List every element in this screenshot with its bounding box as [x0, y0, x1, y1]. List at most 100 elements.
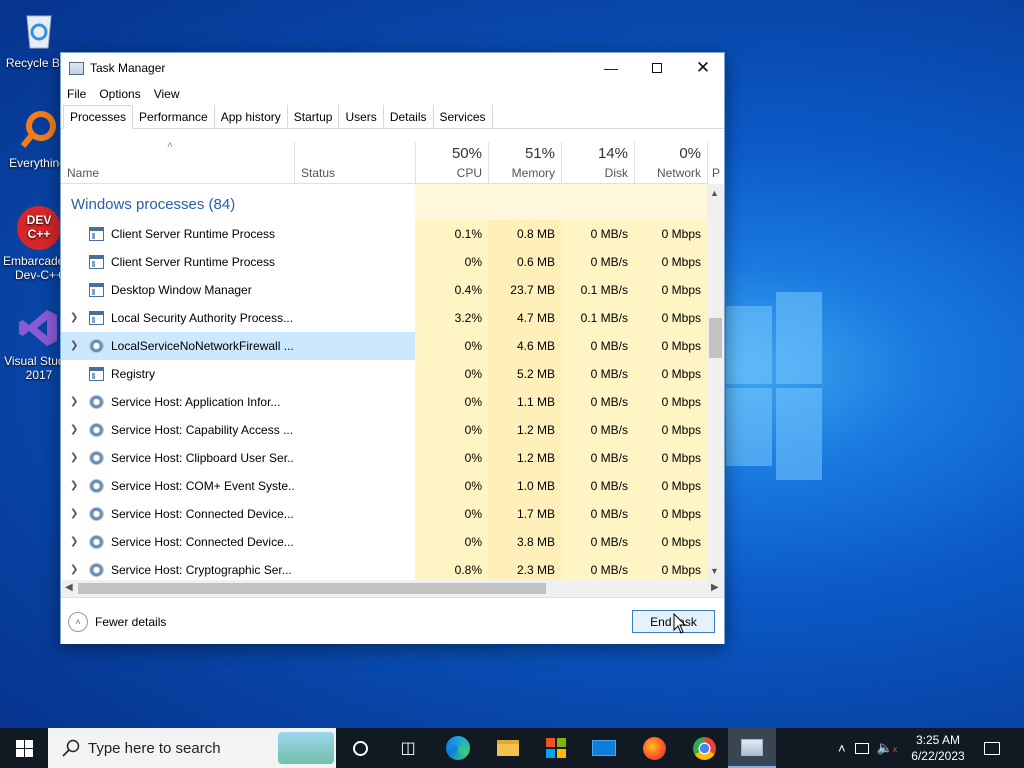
chevron-right-icon[interactable]: ❯ — [70, 508, 78, 519]
network-icon[interactable] — [854, 742, 869, 754]
menu-view[interactable]: View — [154, 87, 180, 101]
taskbar-store[interactable] — [532, 728, 580, 768]
process-status-cell — [294, 500, 415, 528]
process-status-cell — [294, 332, 415, 360]
process-memory-cell: 1.1 MB — [488, 388, 561, 416]
taskbar-clock[interactable]: 3:25 AM 6/22/2023 — [900, 732, 976, 764]
process-row[interactable]: ❯ LocalServiceNoNetworkFirewall ... 0% 4.6 … — [61, 332, 707, 360]
column-header-name[interactable]: ˄ Name — [61, 142, 294, 184]
minimize-button[interactable]: — — [588, 53, 634, 83]
volume-muted-icon[interactable]: 🔈x — [877, 740, 898, 756]
column-header-power[interactable]: P — [707, 142, 724, 184]
chevron-right-icon[interactable]: ❯ — [70, 424, 78, 435]
column-header-cpu[interactable]: 50% CPU — [415, 142, 488, 184]
taskbar-mail[interactable] — [580, 728, 628, 768]
column-label: Disk — [604, 166, 628, 180]
horizontal-scrollbar[interactable]: ◀ ▶ — [61, 580, 724, 597]
tab-app-history[interactable]: App history — [214, 105, 288, 128]
scroll-left-icon[interactable]: ◀ — [65, 582, 73, 593]
process-row[interactable]: Registry 0% 5.2 MB 0 MB/s 0 Mbps — [61, 360, 707, 388]
process-name: Service Host: Cryptographic Ser... — [111, 563, 292, 577]
process-row[interactable]: ❯ Service Host: Clipboard User Ser... 0% 1.… — [61, 444, 707, 472]
show-hidden-icons-icon[interactable]: ˄ — [838, 741, 846, 756]
tab-startup[interactable]: Startup — [287, 105, 340, 128]
chevron-right-icon[interactable]: ❯ — [70, 396, 78, 407]
menu-options[interactable]: Options — [99, 87, 140, 101]
menu-bar: File Options View — [61, 83, 724, 105]
tab-users[interactable]: Users — [339, 105, 384, 128]
tab-processes[interactable]: Processes — [63, 105, 134, 129]
cortana-button[interactable] — [336, 728, 384, 768]
task-manager-window: Task Manager — ✕ File Options View Proce… — [60, 52, 725, 644]
process-disk-cell: 0.1 MB/s — [561, 304, 634, 332]
process-row[interactable]: ❯ Service Host: Capability Access ... 0% 1.… — [61, 416, 707, 444]
window-icon — [89, 367, 104, 381]
title-bar[interactable]: Task Manager — ✕ — [61, 53, 724, 83]
process-row[interactable]: ❯ Service Host: Application Infor... 0% 1.1… — [61, 388, 707, 416]
column-header-network[interactable]: 0% Network — [634, 142, 707, 184]
task-manager-app-icon — [69, 62, 84, 75]
fewer-details-toggle[interactable]: ˄ Fewer details — [68, 612, 166, 632]
tab-performance[interactable]: Performance — [133, 105, 215, 128]
process-network-cell: 0 Mbps — [634, 528, 707, 556]
process-name: Service Host: Capability Access ... — [111, 423, 294, 437]
column-total: 51% — [524, 145, 555, 162]
scroll-right-icon[interactable]: ▶ — [711, 582, 719, 593]
chevron-right-icon[interactable]: ❯ — [70, 312, 78, 323]
horizontal-scroll-thumb[interactable] — [78, 583, 546, 594]
task-view-button[interactable]: ◫ — [384, 728, 432, 768]
process-name: Desktop Window Manager — [111, 283, 252, 297]
process-row[interactable]: ❯ Service Host: Connected Device... 0% 3.8 … — [61, 528, 707, 556]
maximize-button[interactable] — [634, 53, 680, 83]
column-header-disk[interactable]: 14% Disk — [561, 142, 634, 184]
process-memory-cell: 0.6 MB — [488, 248, 561, 276]
process-row[interactable]: Client Server Runtime Process 0% 0.6 MB 0 M… — [61, 248, 707, 276]
notifications-icon — [984, 741, 1000, 755]
process-row[interactable]: ❯ Service Host: COM+ Event Syste... 0% 1.0 … — [61, 472, 707, 500]
chevron-right-icon[interactable]: ❯ — [70, 452, 78, 463]
window-title: Task Manager — [90, 61, 166, 75]
process-name-cell: Registry — [61, 360, 294, 388]
gear-icon — [89, 339, 104, 353]
process-status-cell — [294, 444, 415, 472]
chevron-right-icon[interactable]: ❯ — [70, 564, 78, 575]
group-header-windows-processes[interactable]: Windows processes (84) — [61, 184, 707, 220]
gear-icon — [89, 535, 104, 549]
taskbar-edge[interactable] — [434, 728, 482, 768]
chevron-right-icon[interactable]: ❯ — [70, 340, 78, 351]
process-row[interactable]: ❯ Local Security Authority Process... 3.2%… — [61, 304, 707, 332]
process-name: Service Host: COM+ Event Syste... — [111, 479, 294, 493]
taskbar-chrome[interactable] — [680, 728, 728, 768]
taskbar-search-box[interactable]: Type here to search — [48, 728, 336, 768]
close-button[interactable]: ✕ — [680, 53, 726, 83]
process-memory-cell: 5.2 MB — [488, 360, 561, 388]
scroll-down-icon[interactable]: ▼ — [710, 566, 719, 576]
chevron-right-icon[interactable]: ❯ — [70, 536, 78, 547]
menu-file[interactable]: File — [67, 87, 86, 101]
process-cpu-cell: 0% — [415, 472, 488, 500]
vertical-scroll-thumb[interactable] — [709, 318, 722, 358]
vertical-scrollbar[interactable]: ▲ ▼ — [707, 184, 724, 580]
gear-icon — [89, 563, 104, 577]
scroll-up-icon[interactable]: ▲ — [710, 188, 719, 198]
process-row[interactable]: ❯ Service Host: Connected Device... 0% 1.7 … — [61, 500, 707, 528]
column-header-status[interactable]: Status — [294, 142, 415, 184]
process-row[interactable]: Client Server Runtime Process 0.1% 0.8 MB 0… — [61, 220, 707, 248]
chevron-up-icon: ˄ — [68, 612, 88, 632]
process-memory-cell: 4.6 MB — [488, 332, 561, 360]
start-button[interactable] — [0, 728, 48, 768]
process-row[interactable]: Desktop Window Manager 0.4% 23.7 MB 0.1 MB/… — [61, 276, 707, 304]
action-center-button[interactable] — [970, 728, 1014, 768]
taskbar-firefox[interactable] — [630, 728, 678, 768]
taskbar-file-explorer[interactable] — [484, 728, 532, 768]
process-cpu-cell: 0% — [415, 444, 488, 472]
mouse-cursor-icon — [673, 613, 687, 634]
tab-details[interactable]: Details — [383, 105, 434, 128]
chevron-right-icon[interactable]: ❯ — [70, 480, 78, 491]
tab-services[interactable]: Services — [433, 105, 493, 128]
window-icon — [89, 227, 104, 241]
taskbar-task-manager[interactable] — [728, 728, 776, 768]
column-header-memory[interactable]: 51% Memory — [488, 142, 561, 184]
process-disk-cell: 0 MB/s — [561, 416, 634, 444]
process-status-cell — [294, 276, 415, 304]
